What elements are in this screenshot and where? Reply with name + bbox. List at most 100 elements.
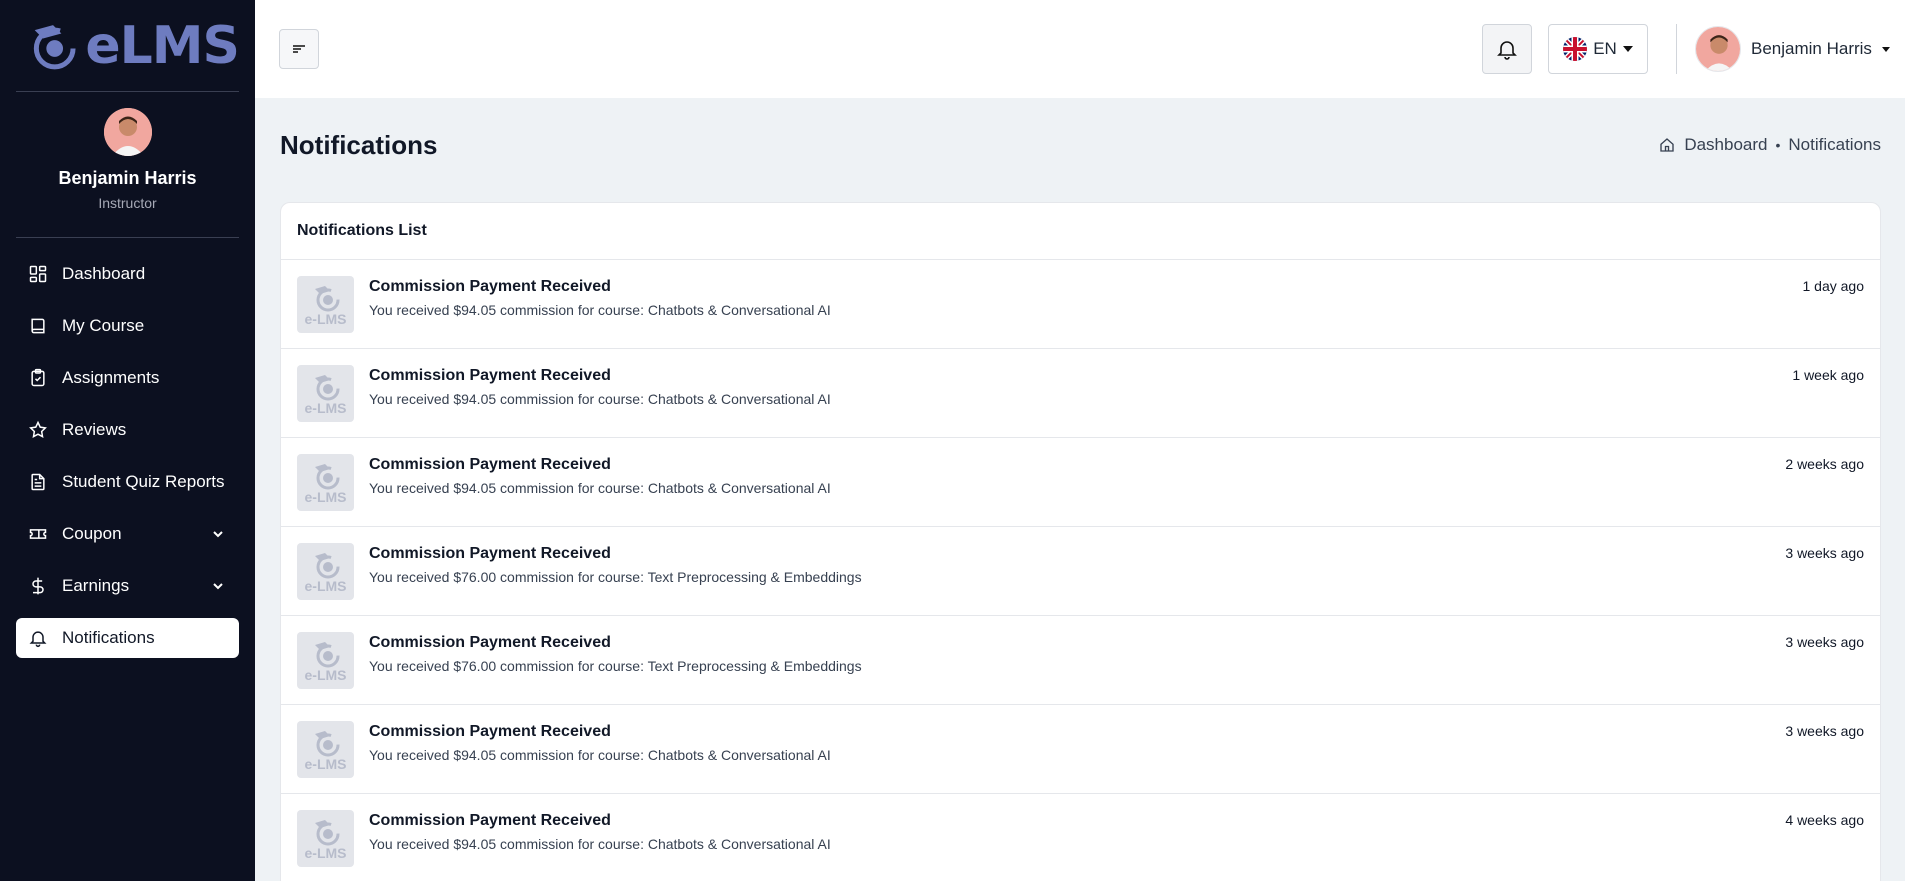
sidebar-item-label: Earnings bbox=[62, 576, 130, 595]
sidebar-item-coupon[interactable]: Coupon bbox=[16, 514, 239, 554]
logo-icon bbox=[33, 24, 76, 69]
notification-title: Commission Payment Received bbox=[369, 545, 611, 562]
thumbnail-label: e-LMS bbox=[304, 399, 347, 416]
elms-logo-icon bbox=[314, 819, 339, 845]
menu-icon bbox=[293, 45, 305, 53]
sidebar-item-student-quiz-reports[interactable]: Student Quiz Reports bbox=[16, 462, 239, 502]
notification-item[interactable]: e-LMS Commission Payment Received You re… bbox=[281, 260, 1880, 349]
sidebar-item-label: My Course bbox=[62, 316, 145, 335]
notification-time: 1 week ago bbox=[1792, 367, 1864, 383]
elms-logo-icon bbox=[314, 463, 339, 489]
sidebar-item-label: Reviews bbox=[62, 420, 127, 439]
thumbnail-label: e-LMS bbox=[304, 844, 347, 861]
sidebar-item-label: Notifications bbox=[62, 628, 155, 647]
avatar bbox=[1695, 26, 1741, 72]
profile-name: Benjamin Harris bbox=[58, 168, 197, 188]
sidebar-item-label: Assignments bbox=[62, 368, 160, 387]
sidebar-item-assignments[interactable]: Assignments bbox=[16, 358, 239, 398]
notification-title: Commission Payment Received bbox=[369, 456, 611, 473]
notification-body: You received $94.05 commission for cours… bbox=[369, 747, 831, 763]
elms-logo-icon bbox=[314, 552, 339, 578]
chevron-down-icon[interactable] bbox=[211, 578, 225, 592]
chevron-down-icon[interactable] bbox=[211, 526, 225, 540]
clipboard-icon bbox=[28, 368, 48, 388]
sidebar-nav: Dashboard My Course Assignments Reviews … bbox=[0, 238, 255, 664]
thumbnail-label: e-LMS bbox=[304, 666, 347, 683]
elms-logo-icon bbox=[314, 374, 339, 400]
star-icon bbox=[28, 420, 48, 440]
breadcrumb-dashboard-link[interactable]: Dashboard bbox=[1684, 135, 1767, 155]
page-title: Notifications bbox=[280, 130, 438, 160]
home-icon[interactable] bbox=[1658, 136, 1676, 154]
breadcrumb: Dashboard • Notifications bbox=[1658, 135, 1881, 155]
sidebar-item-label: Coupon bbox=[62, 524, 122, 543]
ticket-icon bbox=[28, 524, 48, 544]
notification-thumbnail: e-LMS bbox=[297, 365, 354, 422]
notification-item[interactable]: e-LMS Commission Payment Received You re… bbox=[281, 794, 1880, 881]
notification-time: 4 weeks ago bbox=[1785, 812, 1864, 828]
sidebar-toggle-button[interactable] bbox=[279, 29, 319, 69]
notification-time: 3 weeks ago bbox=[1785, 723, 1864, 739]
sidebar-item-reviews[interactable]: Reviews bbox=[16, 410, 239, 450]
sidebar-item-my-course[interactable]: My Course bbox=[16, 306, 239, 346]
notification-title: Commission Payment Received bbox=[369, 367, 611, 384]
elms-logo-icon bbox=[314, 285, 339, 311]
dollar-icon bbox=[28, 576, 48, 596]
thumbnail-label: e-LMS bbox=[304, 755, 347, 772]
sidebar: eLMS Benjamin Harris Instructor Dashboar… bbox=[0, 0, 255, 881]
notification-body: You received $94.05 commission for cours… bbox=[369, 302, 831, 318]
sidebar-item-label: Dashboard bbox=[62, 264, 146, 283]
notification-thumbnail: e-LMS bbox=[297, 632, 354, 689]
notification-item[interactable]: e-LMS Commission Payment Received You re… bbox=[281, 705, 1880, 794]
topbar: EN Benjamin Harris bbox=[255, 0, 1905, 98]
card-title: Notifications List bbox=[281, 203, 1880, 260]
notifications-button[interactable] bbox=[1482, 24, 1532, 74]
elms-logo-icon bbox=[314, 730, 339, 756]
sidebar-item-dashboard[interactable]: Dashboard bbox=[16, 254, 239, 294]
notification-item[interactable]: e-LMS Commission Payment Received You re… bbox=[281, 527, 1880, 616]
breadcrumb-separator: • bbox=[1775, 137, 1781, 153]
topbar-divider bbox=[1676, 24, 1677, 74]
notification-item[interactable]: e-LMS Commission Payment Received You re… bbox=[281, 349, 1880, 438]
dashboard-icon bbox=[28, 264, 48, 284]
notification-item[interactable]: e-LMS Commission Payment Received You re… bbox=[281, 438, 1880, 527]
uk-flag-icon bbox=[1563, 37, 1588, 61]
logo[interactable]: eLMS bbox=[16, 0, 240, 92]
notification-time: 2 weeks ago bbox=[1785, 456, 1864, 472]
notification-time: 3 weeks ago bbox=[1785, 634, 1864, 650]
notification-time: 3 weeks ago bbox=[1785, 545, 1864, 561]
bell-icon bbox=[28, 628, 48, 648]
profile-role: Instructor bbox=[98, 195, 157, 211]
document-icon bbox=[28, 472, 48, 492]
notification-body: You received $76.00 commission for cours… bbox=[369, 658, 862, 674]
notification-thumbnail: e-LMS bbox=[297, 721, 354, 778]
language-selector[interactable]: EN bbox=[1548, 24, 1648, 74]
sidebar-item-notifications[interactable]: Notifications bbox=[16, 618, 239, 658]
notification-title: Commission Payment Received bbox=[369, 812, 611, 829]
book-icon bbox=[28, 316, 48, 336]
caret-down-icon bbox=[1622, 46, 1633, 52]
notification-item[interactable]: e-LMS Commission Payment Received You re… bbox=[281, 616, 1880, 705]
avatar[interactable] bbox=[103, 108, 152, 156]
user-menu[interactable]: Benjamin Harris bbox=[1695, 24, 1890, 74]
elms-logo-icon bbox=[314, 641, 339, 667]
thumbnail-label: e-LMS bbox=[304, 488, 347, 505]
language-code: EN bbox=[1593, 39, 1617, 58]
notification-body: You received $94.05 commission for cours… bbox=[369, 480, 831, 496]
bell-icon bbox=[1497, 41, 1517, 60]
notification-body: You received $94.05 commission for cours… bbox=[369, 836, 831, 852]
notification-body: You received $76.00 commission for cours… bbox=[369, 569, 862, 585]
notification-body: You received $94.05 commission for cours… bbox=[369, 391, 831, 407]
notifications-card: Notifications List e-LMS Commission Paym… bbox=[280, 202, 1881, 881]
notification-thumbnail: e-LMS bbox=[297, 810, 354, 867]
breadcrumb-current: Notifications bbox=[1788, 135, 1881, 154]
notifications-list: e-LMS Commission Payment Received You re… bbox=[281, 260, 1880, 881]
notification-time: 1 day ago bbox=[1802, 278, 1865, 294]
sidebar-item-earnings[interactable]: Earnings bbox=[16, 566, 239, 606]
thumbnail-label: e-LMS bbox=[304, 577, 347, 594]
caret-down-icon bbox=[1881, 46, 1890, 52]
logo-text: eLMS bbox=[85, 15, 240, 76]
thumbnail-label: e-LMS bbox=[304, 310, 347, 327]
sidebar-item-label: Student Quiz Reports bbox=[62, 472, 225, 491]
notification-title: Commission Payment Received bbox=[369, 723, 611, 740]
